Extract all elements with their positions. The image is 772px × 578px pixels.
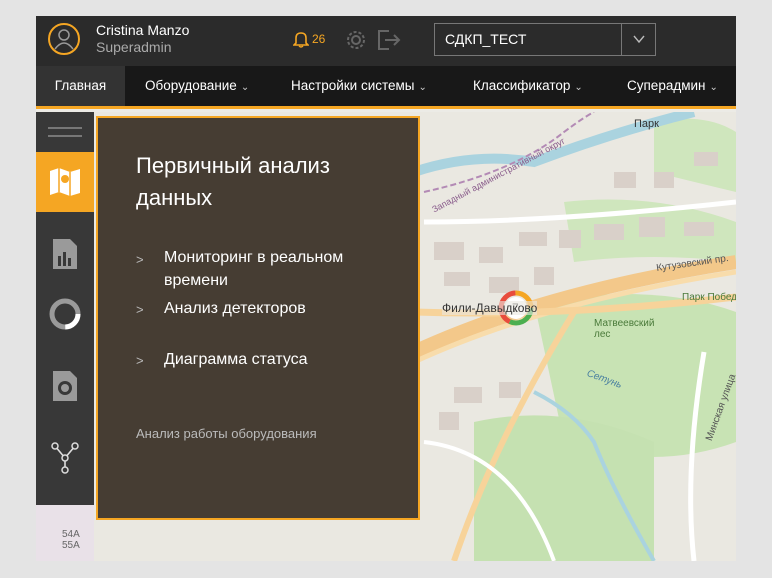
menu-link-detector-analysis[interactable]: Анализ детекторов xyxy=(164,297,404,320)
nav-classifier[interactable]: Классификатор ⌄ xyxy=(473,66,583,106)
organization-select[interactable]: СДКП_ТЕСТ xyxy=(434,23,656,56)
donut-chart-icon xyxy=(49,298,81,330)
nav-system-settings-label: Настройки системы xyxy=(291,78,415,93)
sidebar-item-detectors[interactable] xyxy=(36,356,94,416)
nav-home[interactable]: Главная xyxy=(36,66,125,106)
user-icon xyxy=(54,29,74,50)
panel-footer-link[interactable]: Анализ работы оборудования xyxy=(136,426,317,441)
map-route-55a: 55А xyxy=(62,540,80,551)
sidebar-item-reports[interactable] xyxy=(36,224,94,284)
map-icon xyxy=(50,168,80,196)
chevron-down-icon: ⌄ xyxy=(240,82,250,93)
map-label-fili: Фили-Давыдково xyxy=(442,301,538,315)
notification-count[interactable]: 26 xyxy=(312,32,325,46)
chart-icon xyxy=(53,239,77,269)
network-icon xyxy=(51,442,79,474)
sensor-icon xyxy=(53,371,77,401)
bell-icon[interactable] xyxy=(293,30,309,48)
chevron-right-icon: > xyxy=(136,302,144,317)
hamburger-icon xyxy=(48,127,82,137)
panel-title: Первичный анализ данных xyxy=(136,153,330,210)
sidebar xyxy=(36,112,94,505)
map-edge: 54А 55А xyxy=(36,505,94,561)
map-label-matveevsky: Матвеевский лес xyxy=(594,318,655,340)
chevron-down-icon: ⌄ xyxy=(709,82,718,93)
sidebar-item-map[interactable] xyxy=(36,152,94,212)
primary-analysis-menu: Первичный анализ данных > Мониторинг в р… xyxy=(96,116,420,520)
chevron-right-icon: > xyxy=(136,353,144,368)
sidebar-item-network[interactable] xyxy=(36,428,94,488)
menu-link-realtime-monitoring[interactable]: Мониторинг в реальном времени xyxy=(164,246,404,292)
user-name: Cristina Manzo xyxy=(96,22,190,38)
map-label-park-pobedy: Парк Победы xyxy=(682,292,736,303)
user-role: Superadmin xyxy=(96,39,172,55)
nav-classifier-label: Классификатор xyxy=(473,78,571,93)
avatar[interactable] xyxy=(48,23,80,55)
app-window: Cristina Manzo Superadmin 26 СДКП_ТЕСТ Г… xyxy=(36,16,736,561)
park-area xyxy=(474,415,654,561)
main-nav: Главная Оборудование ⌄ Настройки системы ⌄… xyxy=(36,66,736,109)
nav-equipment[interactable]: Оборудование ⌄ xyxy=(145,66,249,106)
chevron-right-icon: > xyxy=(136,252,144,267)
top-bar: Cristina Manzo Superadmin 26 СДКП_ТЕСТ xyxy=(36,16,736,66)
nav-system-settings[interactable]: Настройки системы ⌄ xyxy=(291,66,427,106)
nav-superadmin[interactable]: Суперадмин ⌄ xyxy=(627,66,718,106)
menu-toggle-button[interactable] xyxy=(36,112,94,152)
chevron-down-icon[interactable] xyxy=(632,32,646,46)
sidebar-item-status[interactable] xyxy=(36,284,94,344)
gear-icon[interactable] xyxy=(343,27,369,53)
map-label-park: Парк xyxy=(634,118,659,130)
logout-icon[interactable] xyxy=(375,27,401,53)
organization-select-value: СДКП_ТЕСТ xyxy=(445,31,527,47)
chevron-down-icon: ⌄ xyxy=(574,82,583,93)
nav-superadmin-label: Суперадмин xyxy=(627,78,706,93)
select-divider xyxy=(621,24,622,55)
nav-home-label: Главная xyxy=(54,78,107,93)
nav-equipment-label: Оборудование xyxy=(145,78,237,93)
map-route-54a: 54А xyxy=(62,529,80,540)
menu-link-status-diagram[interactable]: Диаграмма статуса xyxy=(164,348,404,371)
chevron-down-icon: ⌄ xyxy=(418,82,427,93)
